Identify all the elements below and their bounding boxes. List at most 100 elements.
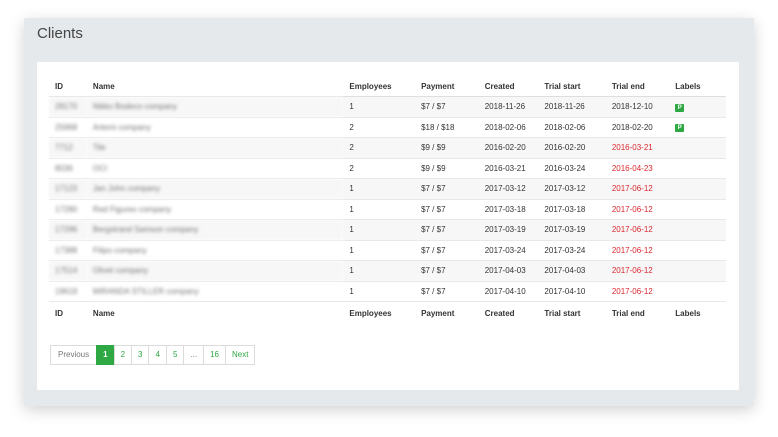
cell-payment: $7 / $7 (415, 178, 479, 200)
cell-created: 2017-04-03 (478, 260, 539, 282)
column-header-employees[interactable]: Employees (343, 76, 416, 97)
cell-trial-start: 2017-03-18 (538, 199, 606, 220)
cell-labels (669, 260, 726, 282)
column-header-created[interactable]: Created (478, 76, 539, 97)
cell-employees: 2 (343, 137, 416, 159)
cell-trial-end: 2017-06-12 (605, 219, 670, 241)
cell-created: 2018-11-26 (478, 96, 539, 118)
cell-employees: 1 (343, 281, 416, 302)
table-row[interactable]: 28170 Nikko Bodeco company 1 $7 / $7 2018-11… (49, 96, 726, 118)
page-title: Clients (37, 25, 83, 42)
previous-page-button[interactable]: Previous (50, 345, 98, 365)
cell-employees: 1 (343, 260, 416, 282)
cell-name: Tile (86, 137, 344, 159)
cell-id: 17280 (49, 199, 87, 220)
table-row[interactable]: 17514 Olivet company 1 $7 / $7 2017-04-03 201… (49, 260, 726, 282)
cell-id: 19619 (49, 281, 87, 302)
cell-id: 7712 (49, 137, 87, 159)
cell-payment: $7 / $7 (415, 240, 479, 261)
column-header-payment[interactable]: Payment (415, 76, 479, 97)
column-footer-payment: Payment (421, 308, 455, 318)
cell-trial-start: 2016-03-24 (538, 158, 606, 179)
table-row[interactable]: 8036 OCI 2 $9 / $9 2016-03-21 2016-03-24 2016-… (49, 158, 726, 179)
cell-created: 2017-04-10 (478, 281, 539, 302)
table-row[interactable]: 17296 Bergstrand Samson company 1 $7 / $7 20… (49, 219, 726, 241)
cell-employees: 1 (343, 240, 416, 261)
page-button-3[interactable]: 3 (131, 345, 150, 365)
table-header-row: ID Name Employees Payment Created Trial … (49, 76, 726, 97)
page-button-1[interactable]: 1 (96, 345, 115, 365)
cell-trial-end: 2017-06-12 (605, 178, 670, 200)
column-header-trial-start[interactable]: Trial start (538, 76, 606, 97)
cell-id: 17123 (49, 178, 87, 200)
page-button-5[interactable]: 5 (165, 345, 185, 365)
cell-created: 2017-03-18 (478, 199, 539, 220)
cell-id: 8036 (49, 158, 87, 179)
column-footer-id: ID (55, 308, 63, 318)
page-button-4[interactable]: 4 (148, 345, 167, 365)
table-row[interactable]: 19619 MIRANDA STILLER company 1 $7 / $7 2017… (49, 281, 726, 302)
cell-id: 25968 (49, 117, 87, 138)
app-frame: Clients ID Name Employees Payment Create… (24, 18, 754, 406)
cell-employees: 1 (343, 178, 416, 200)
column-footer-created: Created (484, 308, 515, 318)
cell-created: 2017-03-19 (478, 219, 539, 241)
next-page-button[interactable]: Next (224, 345, 256, 365)
cell-labels (669, 178, 726, 200)
clients-table: ID Name Employees Payment Created Trial … (49, 76, 726, 324)
column-header-trial-end[interactable]: Trial end (605, 76, 670, 97)
table-row[interactable]: 25968 Artemi company 2 $18 / $18 2018-02-06 2… (49, 117, 726, 138)
label-badge: P (675, 103, 685, 112)
cell-trial-end: 2016-04-23 (605, 158, 670, 179)
cell-trial-start: 2017-03-19 (538, 219, 606, 241)
cell-name: Bergstrand Samson company (86, 219, 344, 241)
cell-id: 17296 (49, 219, 87, 241)
cell-trial-start: 2017-03-12 (538, 178, 606, 200)
cell-name: Artemi company (86, 117, 344, 138)
cell-trial-start: 2017-04-10 (538, 281, 606, 302)
cell-labels (669, 219, 726, 241)
cell-trial-end: 2017-06-12 (605, 199, 670, 220)
cell-name: Filipo company (86, 240, 344, 261)
cell-labels: P (669, 96, 726, 118)
cell-created: 2016-02-20 (478, 137, 539, 159)
label-badge: P (675, 124, 685, 133)
table-row[interactable]: 17388 Filipo company 1 $7 / $7 2017-03-24 201… (49, 240, 726, 261)
table-row[interactable]: 7712 Tile 2 $9 / $9 2016-02-20 2016-02-20 2016… (49, 137, 726, 159)
cell-payment: $9 / $9 (415, 158, 479, 179)
cell-trial-end: 2017-06-12 (605, 281, 670, 302)
cell-labels (669, 137, 726, 159)
cell-payment: $7 / $7 (415, 219, 479, 241)
cell-name: OCI (86, 158, 344, 179)
column-footer-employees: Employees (349, 308, 392, 318)
cell-created: 2016-03-21 (478, 158, 539, 179)
cell-payment: $7 / $7 (415, 260, 479, 282)
cell-trial-end: 2017-06-12 (605, 240, 670, 261)
column-header-name[interactable]: Name (86, 76, 344, 97)
cell-payment: $18 / $18 (415, 117, 479, 138)
cell-employees: 1 (343, 199, 416, 220)
cell-id: 17388 (49, 240, 87, 261)
cell-employees: 1 (343, 219, 416, 241)
cell-labels: P (669, 117, 726, 138)
cell-trial-end: 2018-02-20 (605, 117, 670, 138)
table-row[interactable]: 17280 Red Figures company 1 $7 / $7 2017-03-… (49, 199, 726, 220)
cell-payment: $7 / $7 (415, 281, 479, 302)
cell-name: Jan John company (86, 178, 344, 200)
cell-created: 2017-03-12 (478, 178, 539, 200)
column-header-labels[interactable]: Labels (669, 76, 726, 97)
cell-created: 2017-03-24 (478, 240, 539, 261)
cell-employees: 2 (343, 117, 416, 138)
cell-trial-start: 2017-04-03 (538, 260, 606, 282)
cell-payment: $7 / $7 (415, 199, 479, 220)
table-row[interactable]: 17123 Jan John company 1 $7 / $7 2017-03-12 2… (49, 178, 726, 200)
cell-trial-start: 2018-11-26 (538, 96, 606, 118)
clients-card: ID Name Employees Payment Created Trial … (37, 62, 739, 390)
column-footer-name: Name (92, 308, 115, 318)
cell-employees: 2 (343, 158, 416, 179)
cell-id: 17514 (49, 260, 87, 282)
column-header-id[interactable]: ID (49, 76, 87, 97)
page-button-2[interactable]: 2 (113, 345, 133, 365)
page-button-16[interactable]: 16 (203, 345, 226, 365)
cell-trial-start: 2018-02-06 (538, 117, 606, 138)
